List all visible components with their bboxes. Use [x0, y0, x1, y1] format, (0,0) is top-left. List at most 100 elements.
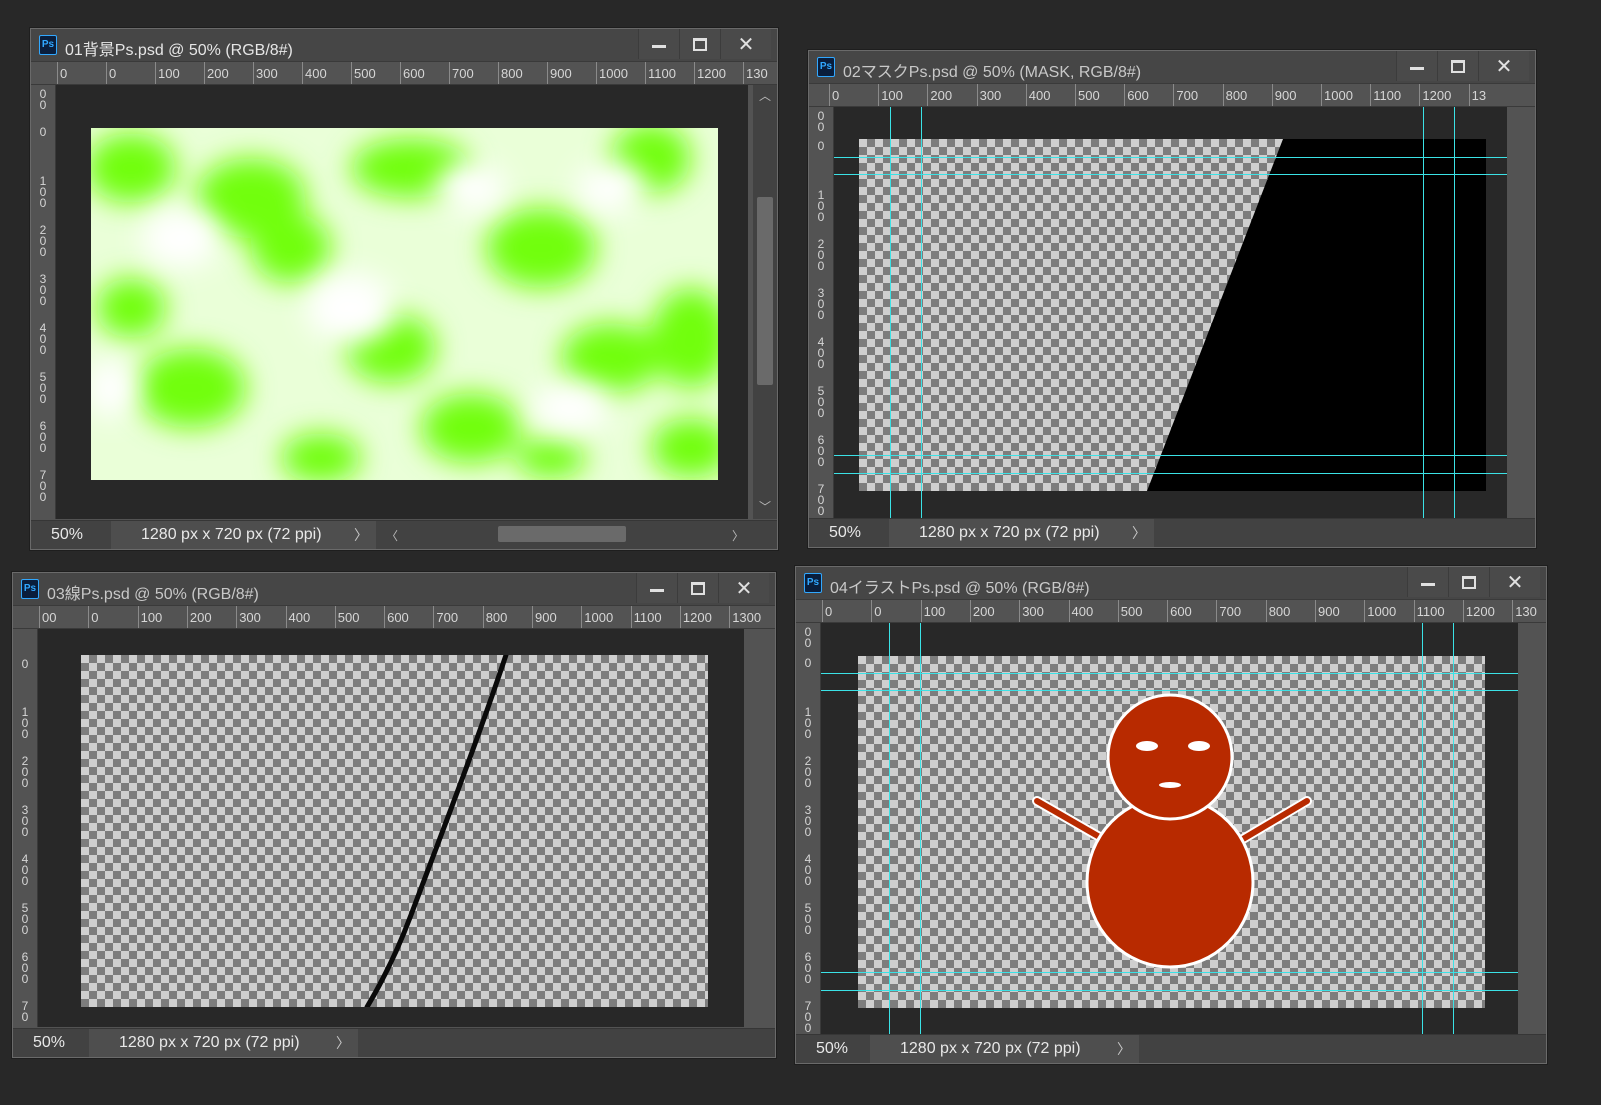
- ruler-label: 1100: [633, 610, 662, 625]
- vertical-ruler[interactable]: 000100200300400500600700: [796, 623, 821, 1034]
- chevron-right-icon[interactable]: 〉: [1132, 519, 1146, 547]
- horizontal-ruler[interactable]: 0 0 100 200 300 400 500 600 700 800 900 1000 1100 120…: [796, 600, 1546, 623]
- canvas-area[interactable]: [821, 623, 1518, 1034]
- title-bar[interactable]: Ps 04イラストPs.psd @ 50% (RGB/8#) ✕: [796, 567, 1546, 600]
- scroll-left-icon[interactable]: 〈: [386, 527, 398, 544]
- guide-vertical[interactable]: [890, 107, 891, 518]
- ruler-label: 130: [746, 66, 768, 81]
- guide-vertical[interactable]: [1422, 623, 1423, 1034]
- guide-vertical[interactable]: [920, 623, 921, 1034]
- ruler-label: 400: [21, 852, 29, 888]
- guide-horizontal[interactable]: [821, 673, 1518, 674]
- document-window-02[interactable]: Ps 02マスクPs.psd @ 50% (MASK, RGB/8#) ✕ 0 1…: [808, 50, 1536, 548]
- title-bar[interactable]: Ps 02マスクPs.psd @ 50% (MASK, RGB/8#) ✕: [809, 51, 1535, 84]
- document-info[interactable]: 1280 px x 720 px (72 ppi) 〉: [889, 519, 1154, 547]
- ruler-tick: [1167, 600, 1169, 622]
- guide-horizontal[interactable]: [834, 174, 1507, 175]
- ruler-label: 1200: [1422, 88, 1452, 103]
- ruler-tick: [969, 600, 971, 622]
- document-info[interactable]: 1280 px x 720 px (72 ppi) 〉: [111, 521, 376, 549]
- scroll-up-icon[interactable]: ︿: [759, 87, 771, 104]
- zoom-level[interactable]: 50%: [816, 1040, 848, 1058]
- canvas-area[interactable]: [56, 85, 748, 519]
- title-bar[interactable]: Ps 01背景Ps.psd @ 50% (RGB/8#) ✕: [31, 29, 777, 62]
- close-button[interactable]: ✕: [718, 573, 769, 603]
- minimize-button[interactable]: [1396, 51, 1437, 81]
- doc-info-text: 1280 px x 720 px (72 ppi): [119, 1034, 300, 1051]
- cloud-image: [91, 128, 718, 480]
- ruler-label: 900: [1274, 88, 1297, 103]
- guide-vertical[interactable]: [889, 623, 890, 1034]
- guide-horizontal[interactable]: [834, 455, 1507, 456]
- document-window-01[interactable]: Ps 01背景Ps.psd @ 50% (RGB/8#) ✕ 0 0 100 200 3…: [30, 28, 778, 550]
- ruler-label: 70: [21, 999, 29, 1024]
- maximize-button[interactable]: [677, 573, 718, 603]
- guide-horizontal[interactable]: [821, 690, 1518, 691]
- vertical-ruler[interactable]: 0 100 200 300 400 500 600 70: [13, 629, 38, 1027]
- scrollbar-thumb[interactable]: [757, 197, 773, 385]
- ruler-tick: [155, 62, 156, 84]
- status-bar: 50% 1280 px x 720 px (72 ppi) 〉: [809, 518, 1535, 547]
- guide-vertical[interactable]: [1453, 623, 1454, 1034]
- minimize-button[interactable]: [638, 29, 679, 59]
- ruler-label: 700: [1219, 604, 1242, 619]
- vertical-scrollbar[interactable]: ︿ ﹀: [753, 85, 777, 519]
- minimize-icon: [650, 589, 664, 592]
- ruler-label: 00: [804, 625, 812, 650]
- document-info[interactable]: 1280 px x 720 px (72 ppi) 〉: [870, 1035, 1139, 1063]
- zoom-level[interactable]: 50%: [51, 526, 83, 544]
- guide-horizontal[interactable]: [834, 473, 1507, 474]
- illustration-canvas: [858, 656, 1485, 1008]
- ruler-tick: [581, 606, 583, 628]
- minimize-button[interactable]: [1407, 567, 1448, 597]
- ruler-label: 200: [207, 66, 229, 81]
- guide-horizontal[interactable]: [834, 157, 1507, 158]
- ruler-tick: [1068, 600, 1070, 622]
- chevron-right-icon[interactable]: 〉: [354, 521, 368, 549]
- maximize-button[interactable]: [679, 29, 720, 59]
- guide-horizontal[interactable]: [821, 972, 1518, 973]
- minimize-button[interactable]: [636, 573, 677, 603]
- vertical-ruler[interactable]: 000100200300400500600700: [809, 107, 834, 518]
- close-button[interactable]: ✕: [1489, 567, 1540, 597]
- document-window-04[interactable]: Ps 04イラストPs.psd @ 50% (RGB/8#) ✕ 0 0 100 20…: [795, 566, 1547, 1064]
- close-button[interactable]: ✕: [720, 29, 771, 59]
- close-button[interactable]: ✕: [1478, 51, 1529, 81]
- chevron-right-icon[interactable]: 〉: [336, 1029, 350, 1057]
- cloud-canvas: [91, 128, 718, 480]
- ruler-tick: [1370, 84, 1372, 106]
- horizontal-ruler[interactable]: 0 100 200 300 400 500 600 700 800 900 1000 1100 1200…: [809, 84, 1535, 107]
- canvas-area[interactable]: [38, 629, 744, 1027]
- scroll-down-icon[interactable]: ﹀: [759, 498, 771, 515]
- zoom-level[interactable]: 50%: [33, 1034, 65, 1052]
- minimize-icon: [1410, 67, 1424, 70]
- vertical-ruler[interactable]: 000100200300400500600700: [31, 85, 56, 519]
- document-window-03[interactable]: Ps 03線Ps.psd @ 50% (RGB/8#) ✕ 00 0 100 200 3…: [12, 572, 776, 1058]
- title-bar[interactable]: Ps 03線Ps.psd @ 50% (RGB/8#) ✕: [13, 573, 775, 606]
- scroll-right-icon[interactable]: 〉: [732, 527, 744, 544]
- photoshop-icon: Ps: [817, 57, 835, 77]
- guide-vertical[interactable]: [1454, 107, 1455, 518]
- guide-vertical[interactable]: [1423, 107, 1424, 518]
- horizontal-ruler[interactable]: 0 0 100 200 300 400 500 600 700 800 900 1000 1100 120…: [31, 62, 777, 85]
- ruler-tick: [106, 62, 107, 84]
- maximize-button[interactable]: [1437, 51, 1478, 81]
- ruler-label: 300: [817, 286, 825, 322]
- ruler-tick: [302, 62, 303, 84]
- horizontal-ruler[interactable]: 00 0 100 200 300 400 500 600 700 800 900 1000 1100 12…: [13, 606, 775, 629]
- ruler-label: 100: [158, 66, 180, 81]
- canvas-area[interactable]: [834, 107, 1507, 518]
- document-info[interactable]: 1280 px x 720 px (72 ppi) 〉: [89, 1029, 358, 1057]
- ruler-label: 100: [804, 705, 812, 741]
- window-title: 04イラストPs.psd @ 50% (RGB/8#): [830, 580, 1090, 597]
- chevron-right-icon[interactable]: 〉: [1117, 1035, 1131, 1063]
- hscrollbar-thumb[interactable]: [498, 526, 626, 542]
- ruler-label: 1000: [599, 66, 628, 81]
- ruler-label: 500: [39, 370, 47, 406]
- zoom-level[interactable]: 50%: [829, 524, 861, 542]
- horizontal-scrollbar[interactable]: 〈 〉: [376, 521, 752, 549]
- guide-vertical[interactable]: [921, 107, 922, 518]
- guide-horizontal[interactable]: [821, 990, 1518, 991]
- maximize-button[interactable]: [1448, 567, 1489, 597]
- ruler-tick: [1265, 600, 1267, 622]
